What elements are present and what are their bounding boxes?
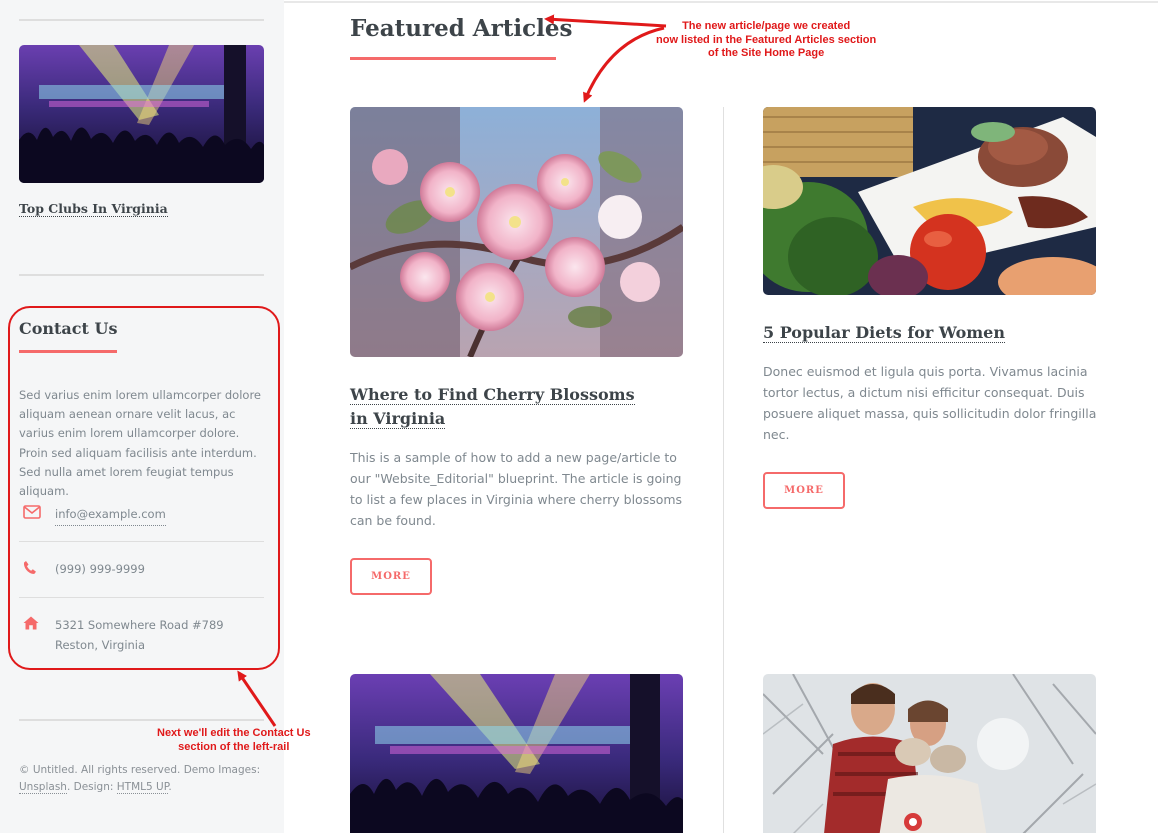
contact-callout-ring — [8, 306, 280, 670]
winter-couple-image[interactable] — [763, 674, 1096, 833]
sidebar-divider — [19, 719, 264, 721]
cherry-blossom-image[interactable] — [350, 107, 683, 357]
article-title-diets[interactable]: 5 Popular Diets for Women — [763, 321, 1063, 345]
design-credit-text: . Design: — [66, 781, 114, 793]
top-clubs-link[interactable]: Top Clubs In Virginia — [19, 201, 168, 217]
copyright-footer: © Untitled. All rights reserved. Demo Im… — [19, 762, 264, 796]
featured-articles-heading: Featured Articles — [350, 15, 573, 42]
column-divider — [723, 107, 724, 833]
article-excerpt-diets: Donec euismod et ligula quis porta. Viva… — [763, 364, 1097, 442]
footer-period: . — [168, 781, 172, 793]
annotation-line: now listed in the Featured Articles sect… — [656, 33, 877, 46]
main-top-border — [284, 1, 1158, 3]
article-title-cherry-blossoms[interactable]: Where to Find Cherry Blossoms in Virgini… — [350, 383, 650, 431]
sidebar-divider — [19, 19, 264, 21]
sidebar-divider — [19, 274, 264, 276]
more-button-diets[interactable]: MORE — [763, 472, 845, 509]
featured-heading-underline — [350, 57, 556, 60]
annotation-line: Next we'll edit the Contact Us — [157, 727, 311, 739]
copyright-text: © Untitled. All rights reserved. Demo Im… — [19, 764, 261, 776]
clubs-article-image[interactable] — [350, 674, 683, 833]
annotation-line: of the Site Home Page — [708, 47, 825, 59]
annotation-line: section of the left-rail — [178, 740, 290, 753]
arrow-to-article — [583, 26, 665, 103]
article-title-link[interactable]: 5 Popular Diets for Women — [763, 323, 1005, 343]
contact-us-annotation: Next we'll edit the Contact Us section o… — [157, 727, 311, 754]
diets-image[interactable] — [763, 107, 1096, 295]
unsplash-link[interactable]: Unsplash — [19, 781, 67, 794]
article-title-link[interactable]: Where to Find Cherry Blossoms in Virgini… — [350, 385, 635, 429]
featured-articles-annotation: The new article/page we created now list… — [656, 20, 876, 61]
more-button-cherry-blossoms[interactable]: MORE — [350, 558, 432, 595]
clubs-thumbnail[interactable] — [19, 45, 264, 183]
annotation-line: The new article/page we created — [682, 20, 851, 32]
html5up-link[interactable]: HTML5 UP — [116, 781, 169, 794]
article-excerpt-cherry-blossoms: This is a sample of how to add a new pag… — [350, 450, 683, 528]
